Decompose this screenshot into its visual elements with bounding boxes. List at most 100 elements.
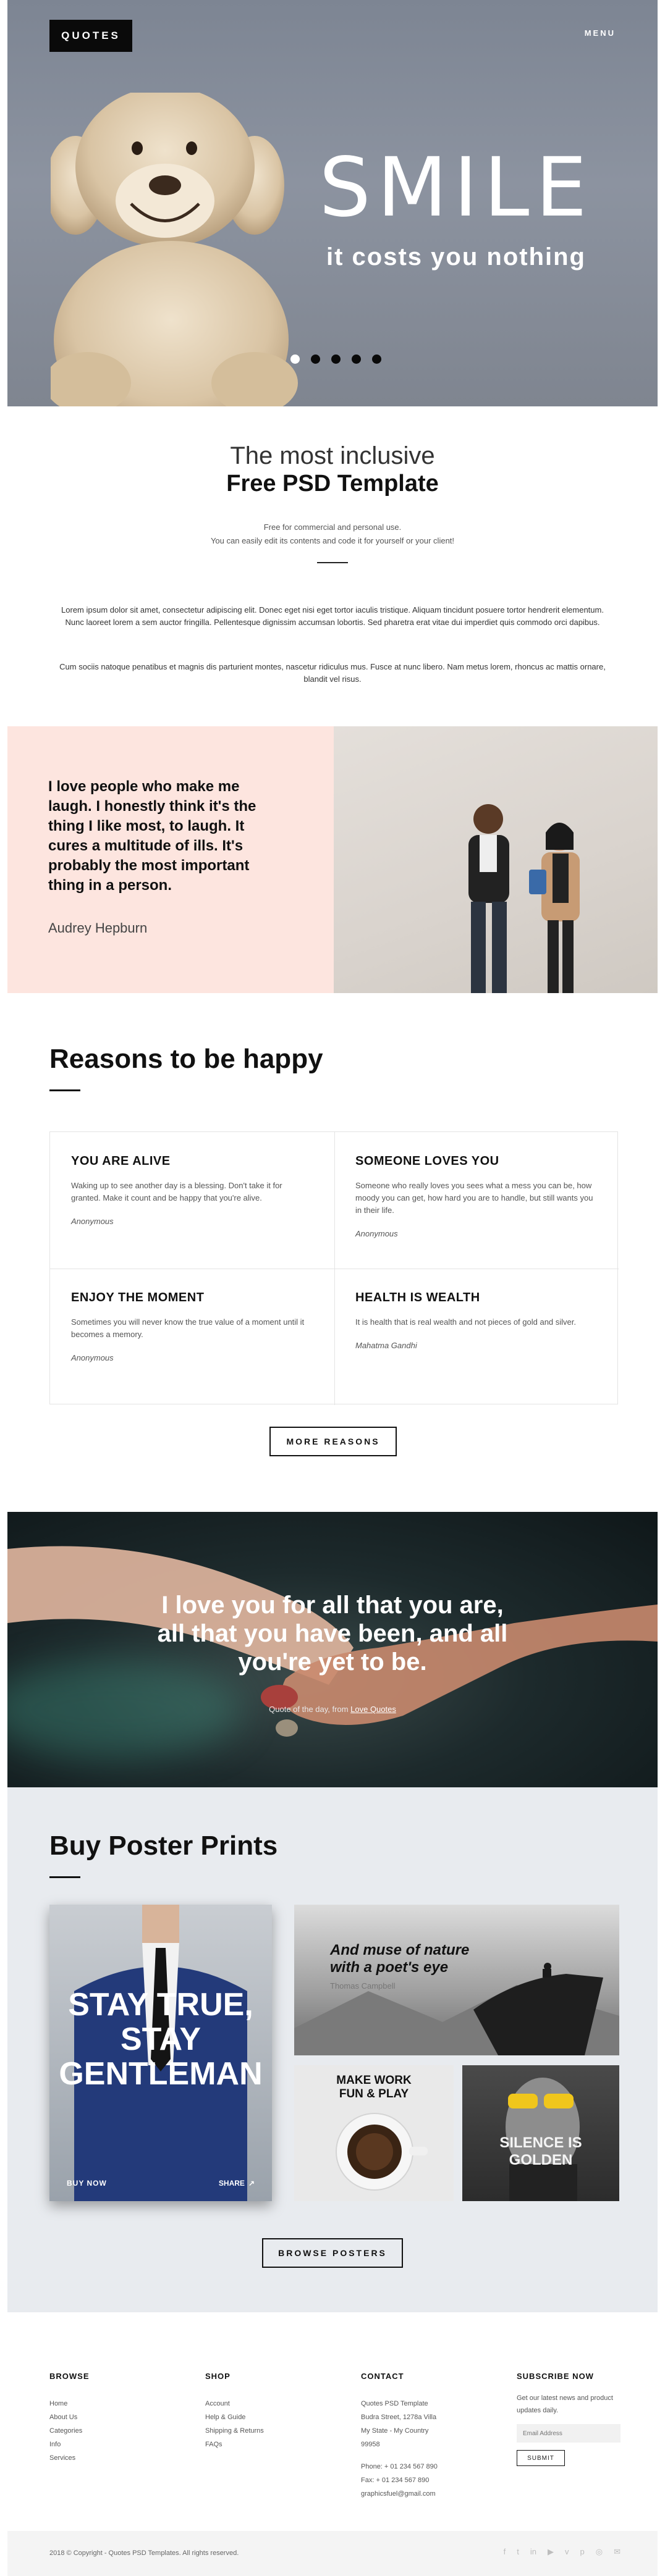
divider (317, 562, 348, 563)
reasons-title: Reasons to be happy (49, 1044, 323, 1074)
footer-link[interactable]: FAQs (205, 2438, 264, 2451)
reason-text: Waking up to see another day is a blessi… (71, 1181, 282, 1202)
slider-dot[interactable] (331, 355, 341, 364)
footer-link[interactable]: Account (205, 2397, 264, 2410)
coffee-poster[interactable]: MAKE WORK FUN & PLAY (294, 2065, 454, 2201)
share-icon: ↗ (248, 2179, 255, 2188)
footer-link[interactable]: Help & Guide (205, 2410, 264, 2424)
reason-text: Sometimes you will never know the true v… (71, 1317, 305, 1339)
couple-photo (334, 726, 658, 993)
quote-banner: I love people who make me laugh. I hones… (7, 726, 658, 993)
footer-link[interactable]: Info (49, 2438, 90, 2451)
footer-shop: SHOP Account Help & Guide Shipping & Ret… (205, 2372, 264, 2451)
footer-bottom-bar: 2018 © Copyright - Quotes PSD Templates.… (7, 2531, 658, 2576)
reason-card: YOU ARE ALIVE Waking up to see another d… (50, 1132, 334, 1269)
love-quotes-link[interactable]: Love Quotes (350, 1705, 396, 1714)
social-links: f t in ▶ v p ◎ ✉ (504, 2547, 621, 2557)
nature-poster-line: And muse of nature (330, 1942, 470, 1958)
buy-now-link[interactable]: BUY NOW (67, 2179, 107, 2188)
footer-link[interactable]: Categories (49, 2424, 90, 2438)
reason-author: Anonymous (355, 1229, 398, 1238)
footer-link[interactable]: Home (49, 2397, 90, 2410)
instagram-icon[interactable]: ◎ (596, 2547, 603, 2557)
intro-paragraph: Lorem ipsum dolor sit amet, consectetur … (61, 605, 604, 627)
quote-author: Audrey Hepburn (48, 920, 148, 936)
address-line: Quotes PSD Template (361, 2400, 428, 2407)
linkedin-icon[interactable]: in (530, 2547, 536, 2557)
browse-posters-button[interactable]: BROWSE POSTERS (262, 2238, 403, 2268)
email-icon[interactable]: ✉ (614, 2547, 621, 2557)
email-link[interactable]: graphicsfuel@gmail.com (361, 2487, 438, 2501)
share-link[interactable]: SHARE ↗ (219, 2179, 255, 2188)
reason-text: Someone who really loves you sees what a… (355, 1181, 593, 1215)
silence-poster-text: SILENCE IS GOLDEN (462, 2134, 619, 2169)
more-reasons-button[interactable]: MORE REASONS (269, 1427, 397, 1456)
slider-dot[interactable] (352, 355, 361, 364)
footer-link[interactable]: About Us (49, 2410, 90, 2424)
title-underline (49, 1876, 80, 1878)
nature-poster[interactable]: And muse of nature with a poet's eye Tho… (294, 1905, 619, 2055)
facebook-icon[interactable]: f (504, 2547, 506, 2557)
reason-title: HEALTH IS WEALTH (355, 1291, 480, 1304)
address-line: Budra Street, 1278a Villa (361, 2414, 437, 2421)
man-with-glasses-illustration (506, 2078, 580, 2201)
hero-subtitle: it costs you nothing (326, 243, 586, 271)
title-underline (49, 1089, 80, 1091)
reason-title: ENJOY THE MOMENT (71, 1291, 205, 1304)
silence-poster-line: GOLDEN (509, 2152, 573, 2168)
reason-title: SOMEONE LOVES YOU (355, 1154, 499, 1168)
slider-dots (290, 355, 381, 364)
youtube-icon[interactable]: ▶ (548, 2547, 554, 2557)
slider-dot[interactable] (311, 355, 320, 364)
share-label: SHARE (218, 2179, 245, 2188)
vimeo-icon[interactable]: v (565, 2547, 569, 2557)
phone: Phone: + 01 234 567 890 (361, 2463, 438, 2470)
nature-poster-author: Thomas Campbell (330, 1981, 396, 1991)
reason-text: It is health that is real wealth and not… (355, 1317, 576, 1327)
silence-poster[interactable]: SILENCE IS GOLDEN (462, 2065, 619, 2201)
quote-source-prefix: Quote of the day, from (269, 1705, 351, 1714)
address-line: My State - My Country (361, 2427, 429, 2435)
intro-heading-bold: Free PSD Template (226, 471, 439, 497)
fax: Fax: + 01 234 567 890 (361, 2477, 430, 2484)
reason-card: SOMEONE LOVES YOU Someone who really lov… (334, 1132, 619, 1269)
footer-contact: CONTACT Quotes PSD Template Budra Street… (361, 2372, 438, 2501)
subscribe-text: Get our latest news and product updates … (517, 2394, 613, 2414)
quote-of-day-text: I love you for all that you are, all tha… (157, 1592, 508, 1676)
couple-illustration (468, 804, 580, 993)
footer-heading: SUBSCRIBE NOW (517, 2372, 594, 2381)
posters-title: Buy Poster Prints (49, 1831, 278, 1861)
quote-of-day-section: I love you for all that you are, all tha… (7, 1512, 658, 1787)
nature-poster-line: with a poet's eye (330, 1959, 449, 1976)
twitter-icon[interactable]: t (517, 2547, 519, 2557)
intro-subtext-line: Free for commercial and personal use. (263, 522, 402, 532)
menu-button[interactable]: MENU (585, 28, 616, 38)
footer-subscribe: SUBSCRIBE NOW Get our latest news and pr… (517, 2372, 623, 2466)
pinterest-icon[interactable]: p (580, 2547, 585, 2557)
quote-source: Quote of the day, from Love Quotes (156, 1705, 509, 1714)
logo[interactable]: QUOTES (49, 20, 132, 52)
subscribe-email-input[interactable] (517, 2424, 621, 2443)
slider-dot[interactable] (290, 355, 300, 364)
hero-title: SMILE (319, 140, 593, 235)
subscribe-submit-button[interactable]: SUBMIT (517, 2450, 565, 2466)
intro-subtext-line: You can easily edit its contents and cod… (210, 536, 455, 545)
gentleman-poster[interactable]: STAY TRUE, STAY GENTLEMAN BUY NOW SHARE … (49, 1905, 272, 2201)
footer-heading: BROWSE (49, 2372, 90, 2381)
reasons-grid: YOU ARE ALIVE Waking up to see another d… (49, 1131, 619, 1405)
posters-section: Buy Poster Prints STAY TRUE, STAY GENTLE… (7, 1787, 658, 2312)
copyright: 2018 © Copyright - Quotes PSD Templates.… (49, 2549, 239, 2557)
intro-paragraph: Cum sociis natoque penatibus et magnis d… (59, 662, 606, 684)
reason-card: HEALTH IS WEALTH It is health that is re… (334, 1269, 619, 1405)
coffee-cup-illustration (336, 2113, 428, 2191)
footer-heading: SHOP (205, 2372, 231, 2381)
slider-dot[interactable] (372, 355, 381, 364)
reason-title: YOU ARE ALIVE (71, 1154, 171, 1168)
address-line: 99958 (361, 2441, 380, 2448)
reason-author: Anonymous (71, 1217, 114, 1226)
quote-text: I love people who make me laugh. I hones… (48, 778, 256, 894)
quote-panel: I love people who make me laugh. I hones… (7, 726, 334, 993)
footer-link[interactable]: Shipping & Returns (205, 2424, 264, 2438)
footer-link[interactable]: Services (49, 2451, 90, 2465)
intro-subtext: Free for commercial and personal use. Yo… (0, 521, 665, 548)
